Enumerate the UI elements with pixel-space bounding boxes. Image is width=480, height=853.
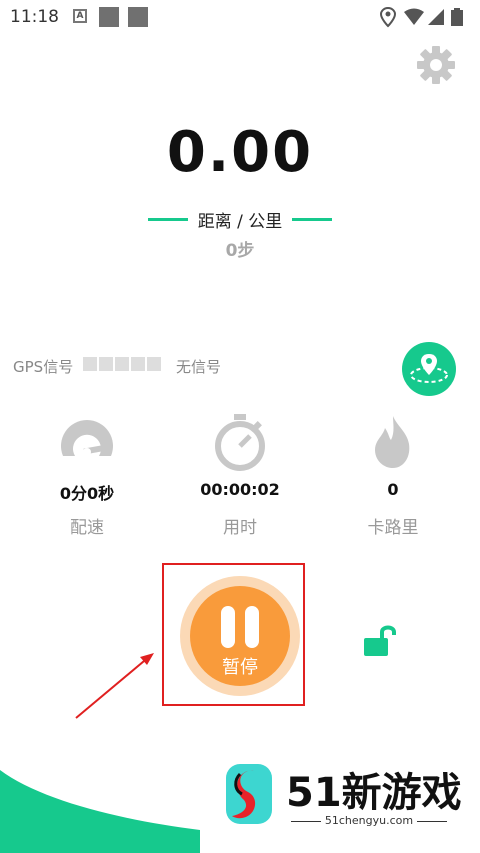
distance-value: 0.00 [166,120,314,185]
pause-label: 暂停 [222,657,258,678]
wifi-icon [404,8,424,25]
gps-label: GPS信号 [13,358,74,376]
gps-signal-bar [131,357,145,371]
map-location-button[interactable] [402,342,456,396]
annotation-arrow-icon [75,653,154,719]
gps-signal-bars [83,357,161,371]
location-icon [380,6,397,28]
map-pin-icon [410,354,448,383]
pace-value: 0分0秒 [59,484,115,503]
steps-count: 0步 [225,241,255,261]
stopwatch-icon [215,414,265,471]
settings-gear-icon[interactable] [416,45,456,85]
divider [147,218,188,221]
decorative-wave [0,770,200,853]
gps-signal-bar [147,357,161,371]
notification-icon [99,7,119,27]
duration-label: 用时 [223,518,257,538]
watermark-url: 51chengyu.com [286,814,452,827]
brand-logo-icon [226,764,272,824]
status-icons [380,6,463,28]
calories-label: 卡路里 [367,518,419,538]
status-bar: 11:18 A [0,0,480,34]
notification-icon [128,7,148,27]
divider [292,218,333,221]
duration-value: 00:00:02 [200,480,280,499]
distance-unit-row: 距离 / 公里 [0,207,480,232]
battery-icon [451,8,463,26]
distance-unit-label: 距离 / 公里 [197,212,283,232]
watermark-brand: 51新游戏 [286,770,462,816]
gps-signal-bar [115,357,129,371]
pause-icon [245,606,259,648]
gps-signal-bar [83,357,97,371]
gps-status: 无信号 [176,358,222,376]
flame-icon [375,416,410,468]
status-time: 11:18 [10,7,59,27]
pace-label: 配速 [70,518,104,538]
keyboard-badge-icon: A [73,9,87,23]
calories-value: 0 [387,480,399,499]
signal-icon [428,9,444,25]
pause-icon [221,606,235,648]
speedometer-icon [61,420,113,456]
unlocked-icon[interactable] [362,622,398,658]
gps-signal-bar [99,357,113,371]
